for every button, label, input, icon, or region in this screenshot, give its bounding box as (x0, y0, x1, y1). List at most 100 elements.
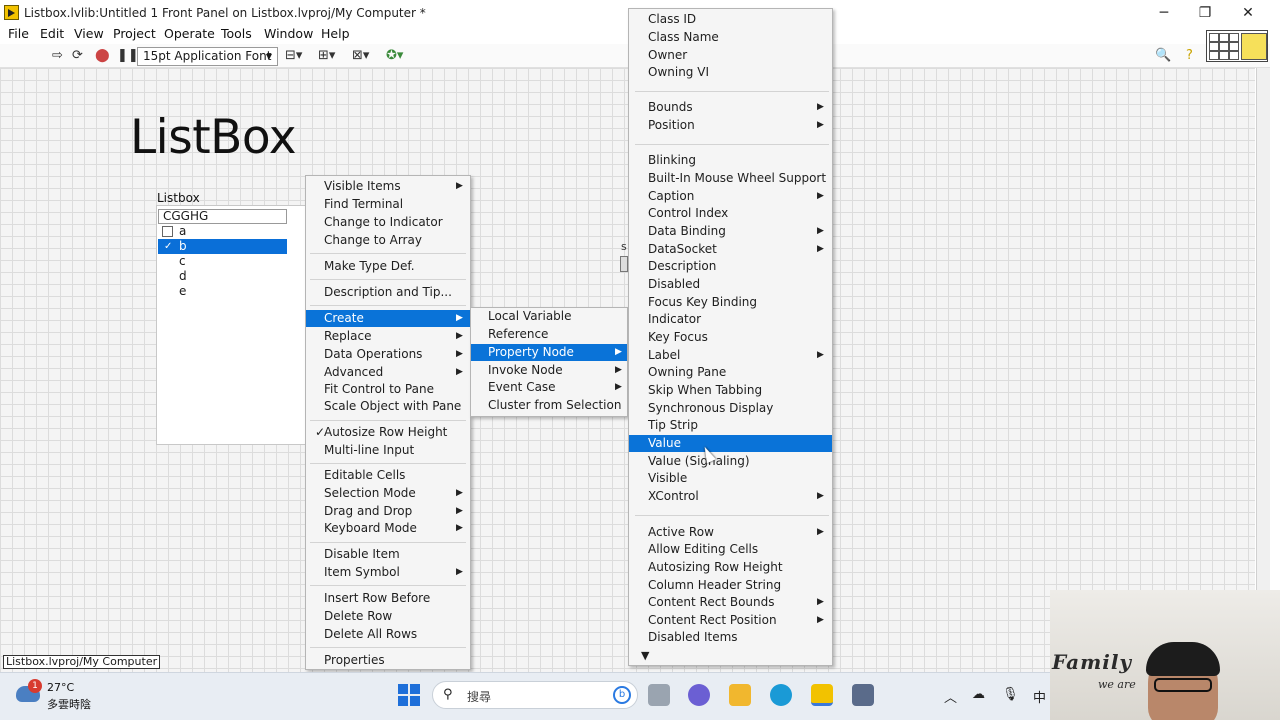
menu-item-skip-when-tabbing[interactable]: Skip When Tabbing (629, 382, 832, 399)
listbox-row[interactable]: e (158, 284, 287, 299)
listbox-header[interactable]: CGGHG (158, 209, 287, 224)
menu-item-bounds[interactable]: Bounds ▶ (629, 99, 832, 116)
connector-pane-icon[interactable] (1206, 30, 1268, 62)
vertical-scrollbar[interactable] (1256, 68, 1270, 672)
font-select[interactable]: 15pt Application Font ▼ (137, 47, 278, 66)
menu-item-editable-cells[interactable]: Editable Cells (306, 467, 470, 484)
menu-project[interactable]: Project (113, 26, 156, 41)
menu-item-autosize-row-height[interactable]: ✓ Autosize Row Height (306, 424, 470, 441)
menu-item-blinking[interactable]: Blinking (629, 152, 832, 169)
microphone-icon[interactable]: 🎙 (1002, 687, 1019, 702)
menu-item-allow-editing-cells[interactable]: Allow Editing Cells (629, 541, 832, 558)
menu-item-insert-row-before[interactable]: Insert Row Before (306, 590, 470, 607)
task-view-icon[interactable] (648, 684, 670, 706)
menu-item-content-rect-bounds[interactable]: Content Rect Bounds ▶ (629, 594, 832, 611)
menu-item-key-focus[interactable]: Key Focus (629, 329, 832, 346)
listbox-row-selected[interactable]: ✓ b (158, 239, 287, 254)
minimize-button[interactable]: ─ (1154, 4, 1174, 22)
labview-taskbar-icon[interactable] (811, 684, 833, 706)
menu-item-content-rect-position[interactable]: Content Rect Position ▶ (629, 612, 832, 629)
menu-tools[interactable]: Tools (221, 26, 252, 41)
taskbar-search[interactable]: ⚲ 搜尋 b (432, 681, 638, 709)
menu-item-position[interactable]: Position ▶ (629, 117, 832, 134)
menu-item-owner[interactable]: Owner (629, 47, 832, 64)
menu-item-autosizing-row-height[interactable]: Autosizing Row Height (629, 559, 832, 576)
menu-item-disabled-items[interactable]: Disabled Items (629, 629, 832, 646)
menu-item-description-and-tip[interactable]: Description and Tip... (306, 284, 470, 301)
align-objects-icon[interactable]: ⊟▾ (285, 49, 302, 63)
menu-item-indicator[interactable]: Indicator (629, 311, 832, 328)
menu-item-active-row[interactable]: Active Row ▶ (629, 524, 832, 541)
listbox-row[interactable]: c (158, 254, 287, 269)
menu-item-property-node[interactable]: Property Node ▶ (471, 344, 627, 361)
abort-icon[interactable]: ⬤ (95, 49, 110, 63)
edge-browser-icon[interactable] (770, 684, 792, 706)
chat-icon[interactable] (688, 684, 710, 706)
network-icon[interactable]: ☁ (972, 687, 985, 702)
weather-temperature[interactable]: 27°C (47, 681, 74, 694)
labview-project-icon[interactable] (852, 684, 874, 706)
menu-item-reference[interactable]: Reference (471, 326, 627, 343)
menu-item-delete-all-rows[interactable]: Delete All Rows (306, 626, 470, 643)
menu-item-class-id[interactable]: Class ID (629, 11, 832, 28)
menu-file[interactable]: File (8, 26, 29, 41)
menu-item-class-name[interactable]: Class Name (629, 29, 832, 46)
menu-item-advanced[interactable]: Advanced ▶ (306, 364, 470, 381)
weather-condition[interactable]: 多雲時陰 (47, 696, 91, 712)
menu-item-value[interactable]: Value (629, 435, 832, 452)
menu-scroll-down-arrow[interactable]: ▼ (629, 647, 669, 664)
menu-item-delete-row[interactable]: Delete Row (306, 608, 470, 625)
menu-item-scale-object-with-pane[interactable]: Scale Object with Pane (306, 398, 470, 415)
menu-item-replace[interactable]: Replace ▶ (306, 328, 470, 345)
menu-item-local-variable[interactable]: Local Variable (471, 308, 627, 325)
menu-item-description[interactable]: Description (629, 258, 832, 275)
menu-item-multi-line-input[interactable]: Multi-line Input (306, 442, 470, 459)
partial-control[interactable] (620, 256, 628, 272)
help-icon[interactable]: ? (1186, 49, 1193, 63)
menu-item-column-header-string[interactable]: Column Header String (629, 577, 832, 594)
reorder-icon[interactable]: ✪▾ (386, 49, 403, 63)
menu-item-data-operations[interactable]: Data Operations ▶ (306, 346, 470, 363)
menu-item-invoke-node[interactable]: Invoke Node ▶ (471, 362, 627, 379)
chevron-up-icon[interactable]: ︿ (944, 687, 957, 706)
menu-item-xcontrol[interactable]: XControl ▶ (629, 488, 832, 505)
maximize-button[interactable]: ❐ (1195, 4, 1215, 22)
menu-item-caption[interactable]: Caption ▶ (629, 188, 832, 205)
menu-item-cluster-from-selection[interactable]: Cluster from Selection (471, 397, 627, 414)
menu-item-tip-strip[interactable]: Tip Strip (629, 417, 832, 434)
menu-help[interactable]: Help (321, 26, 350, 41)
menu-edit[interactable]: Edit (40, 26, 64, 41)
menu-item-create[interactable]: Create ▶ (306, 310, 470, 327)
search-icon[interactable]: 🔍 (1155, 49, 1171, 63)
menu-operate[interactable]: Operate (164, 26, 215, 41)
bing-icon[interactable]: b (613, 686, 631, 704)
menu-item-focus-key-binding[interactable]: Focus Key Binding (629, 294, 832, 311)
menu-item-selection-mode[interactable]: Selection Mode ▶ (306, 485, 470, 502)
menu-item-owning-vi[interactable]: Owning VI (629, 64, 832, 81)
menu-window[interactable]: Window (264, 26, 313, 41)
listbox-row[interactable]: d (158, 269, 287, 284)
menu-item-label[interactable]: Label ▶ (629, 347, 832, 364)
close-button[interactable]: ✕ (1238, 4, 1258, 22)
menu-item-disable-item[interactable]: Disable Item (306, 546, 470, 563)
resize-objects-icon[interactable]: ⊠▾ (352, 49, 369, 63)
menu-item-synchronous-display[interactable]: Synchronous Display (629, 400, 832, 417)
menu-item-visible-items[interactable]: Visible Items ▶ (306, 178, 470, 195)
checkbox-icon[interactable] (162, 226, 173, 237)
menu-item-find-terminal[interactable]: Find Terminal (306, 196, 470, 213)
pause-icon[interactable]: ❚❚ (117, 49, 139, 63)
menu-item-control-index[interactable]: Control Index (629, 205, 832, 222)
menu-item-properties[interactable]: Properties (306, 652, 470, 669)
menu-item-keyboard-mode[interactable]: Keyboard Mode ▶ (306, 520, 470, 537)
menu-item-datasocket[interactable]: DataSocket ▶ (629, 241, 832, 258)
distribute-objects-icon[interactable]: ⊞▾ (318, 49, 335, 63)
menu-item-change-to-array[interactable]: Change to Array (306, 232, 470, 249)
run-arrow-icon[interactable]: ⇨ (52, 49, 63, 63)
menu-item-item-symbol[interactable]: Item Symbol ▶ (306, 564, 470, 581)
windows-start-icon[interactable] (398, 684, 420, 706)
menu-item-mouse-wheel-support[interactable]: Built-In Mouse Wheel Support (629, 170, 832, 187)
menu-item-drag-and-drop[interactable]: Drag and Drop ▶ (306, 503, 470, 520)
menu-item-event-case[interactable]: Event Case ▶ (471, 379, 627, 396)
menu-item-owning-pane[interactable]: Owning Pane (629, 364, 832, 381)
vi-icon[interactable] (1241, 33, 1267, 60)
